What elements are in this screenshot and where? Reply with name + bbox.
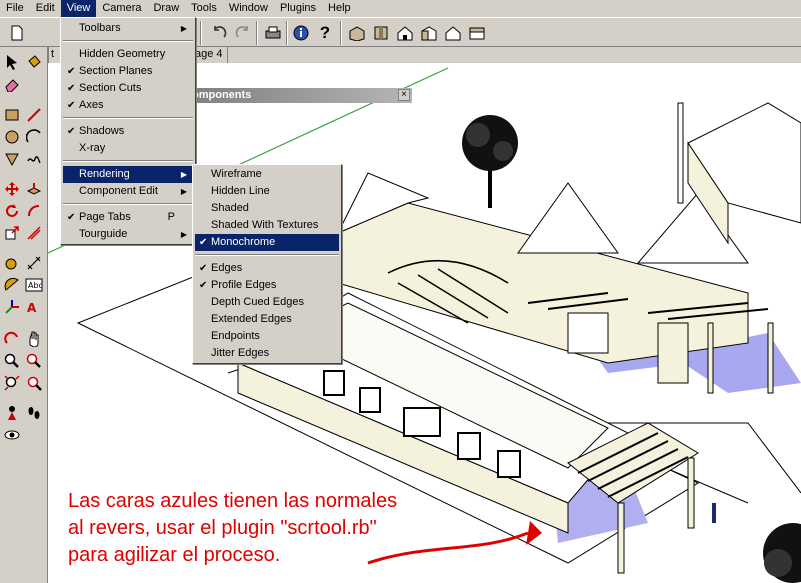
line-icon[interactable] bbox=[24, 105, 44, 125]
view-menu-hidden-geometry[interactable]: Hidden Geometry bbox=[63, 46, 193, 63]
menu-bar: File Edit View Camera Draw Tools Window … bbox=[0, 0, 801, 17]
close-icon[interactable]: × bbox=[398, 89, 410, 101]
arc-icon[interactable] bbox=[24, 127, 44, 147]
check-icon: ✔ bbox=[67, 83, 76, 94]
right-view-icon[interactable] bbox=[418, 22, 440, 44]
annotation-line-3: para agilizar el proceso. bbox=[68, 544, 281, 566]
front-view-icon[interactable] bbox=[394, 22, 416, 44]
rendering-hidden-line[interactable]: Hidden Line bbox=[195, 183, 339, 200]
left-toolbar: Abc A bbox=[0, 47, 48, 583]
rendering-shaded[interactable]: Shaded bbox=[195, 200, 339, 217]
rendering-shaded-textures[interactable]: Shaded With Textures bbox=[195, 217, 339, 234]
zoom-extents-icon[interactable] bbox=[2, 373, 22, 393]
help-icon[interactable]: ? bbox=[314, 22, 336, 44]
walk-icon[interactable] bbox=[24, 403, 44, 423]
3d-text-icon[interactable]: A bbox=[24, 297, 44, 317]
view-menu-axes[interactable]: ✔ Axes bbox=[63, 97, 193, 114]
scale-icon[interactable] bbox=[2, 223, 22, 243]
eraser-icon[interactable] bbox=[2, 75, 22, 95]
follow-me-icon[interactable] bbox=[24, 201, 44, 221]
menu-file[interactable]: File bbox=[0, 0, 30, 17]
menu-tools[interactable]: Tools bbox=[185, 0, 223, 17]
annotation-line-2: al revers, usar el plugin "scrtool.rb" bbox=[68, 517, 377, 539]
redo-icon[interactable] bbox=[232, 22, 254, 44]
look-around-icon[interactable] bbox=[2, 425, 22, 445]
tape-measure-icon[interactable] bbox=[2, 253, 22, 273]
view-menu-rendering[interactable]: Rendering ▶ bbox=[63, 166, 193, 183]
menu-plugins[interactable]: Plugins bbox=[274, 0, 322, 17]
freehand-icon[interactable] bbox=[24, 149, 44, 169]
menu-draw[interactable]: Draw bbox=[147, 0, 185, 17]
left-view-icon[interactable] bbox=[466, 22, 488, 44]
components-title: omponents bbox=[192, 89, 252, 101]
view-menu-xray[interactable]: X-ray bbox=[63, 140, 193, 157]
menu-help[interactable]: Help bbox=[322, 0, 357, 17]
position-camera-icon[interactable] bbox=[2, 403, 22, 423]
check-icon: ✔ bbox=[199, 237, 208, 248]
previous-view-icon[interactable] bbox=[24, 373, 44, 393]
check-icon: ✔ bbox=[67, 212, 76, 223]
check-icon: ✔ bbox=[67, 126, 76, 137]
check-icon: ✔ bbox=[199, 280, 208, 291]
menu-camera[interactable]: Camera bbox=[96, 0, 147, 17]
orbit-icon[interactable] bbox=[2, 329, 22, 349]
push-pull-icon[interactable] bbox=[24, 179, 44, 199]
menu-window[interactable]: Window bbox=[223, 0, 274, 17]
model-info-icon[interactable] bbox=[290, 22, 312, 44]
move-icon[interactable] bbox=[2, 179, 22, 199]
polygon-icon[interactable] bbox=[2, 149, 22, 169]
rendering-wireframe[interactable]: Wireframe bbox=[195, 166, 339, 183]
new-file-icon[interactable] bbox=[6, 22, 28, 44]
zoom-icon[interactable] bbox=[2, 351, 22, 371]
offset-icon[interactable] bbox=[24, 223, 44, 243]
rendering-extended-edges[interactable]: Extended Edges bbox=[195, 311, 339, 328]
pan-icon[interactable] bbox=[24, 329, 44, 349]
view-menu-tourguide[interactable]: Tourguide ▶ bbox=[63, 226, 193, 243]
rotate-icon[interactable] bbox=[2, 201, 22, 221]
zoom-window-icon[interactable] bbox=[24, 351, 44, 371]
rendering-depth-cued-edges[interactable]: Depth Cued Edges bbox=[195, 294, 339, 311]
rendering-submenu: Wireframe Hidden Line Shaded Shaded With… bbox=[192, 164, 342, 364]
top-view-icon[interactable] bbox=[370, 22, 392, 44]
menu-edit[interactable]: Edit bbox=[30, 0, 61, 17]
view-menu-shadows[interactable]: ✔ Shadows bbox=[63, 123, 193, 140]
check-icon: ✔ bbox=[199, 263, 208, 274]
select-icon[interactable] bbox=[2, 52, 22, 72]
annotation-text: Las caras azules tienen las normales al … bbox=[68, 488, 397, 569]
print-icon[interactable] bbox=[262, 22, 284, 44]
check-icon: ✔ bbox=[67, 66, 76, 77]
text-icon[interactable]: Abc bbox=[24, 275, 44, 295]
rendering-profile-edges[interactable]: ✔ Profile Edges bbox=[195, 277, 339, 294]
iso-view-icon[interactable] bbox=[346, 22, 368, 44]
rectangle-icon[interactable] bbox=[2, 105, 22, 125]
view-menu: Toolbars ▶ Hidden Geometry ✔ Section Plane… bbox=[60, 17, 196, 245]
rendering-monochrome[interactable]: ✔ Monochrome bbox=[195, 234, 339, 251]
view-menu-section-cuts[interactable]: ✔ Section Cuts bbox=[63, 80, 193, 97]
protractor-icon[interactable] bbox=[2, 275, 22, 295]
rendering-jitter-edges[interactable]: Jitter Edges bbox=[195, 345, 339, 362]
annotation-line-1: Las caras azules tienen las normales bbox=[68, 490, 398, 512]
check-icon: ✔ bbox=[67, 100, 76, 111]
view-menu-component-edit[interactable]: Component Edit ▶ bbox=[63, 183, 193, 200]
rendering-edges[interactable]: ✔ Edges bbox=[195, 260, 339, 277]
svg-text:A: A bbox=[27, 301, 37, 315]
menu-view[interactable]: View bbox=[60, 0, 97, 17]
components-panel-title[interactable]: omponents × bbox=[190, 88, 412, 103]
circle-icon[interactable] bbox=[2, 127, 22, 147]
back-view-icon[interactable] bbox=[442, 22, 464, 44]
paint-bucket-icon[interactable] bbox=[24, 52, 44, 72]
rendering-endpoints[interactable]: Endpoints bbox=[195, 328, 339, 345]
dimension-icon[interactable] bbox=[24, 253, 44, 273]
view-menu-section-planes[interactable]: ✔ Section Planes bbox=[63, 63, 193, 80]
undo-icon[interactable] bbox=[208, 22, 230, 44]
view-menu-page-tabs[interactable]: ✔ Page Tabs P bbox=[63, 209, 193, 226]
axes-icon[interactable] bbox=[2, 297, 22, 317]
view-menu-toolbars[interactable]: Toolbars ▶ bbox=[63, 20, 193, 37]
svg-text:Abc: Abc bbox=[28, 281, 43, 290]
